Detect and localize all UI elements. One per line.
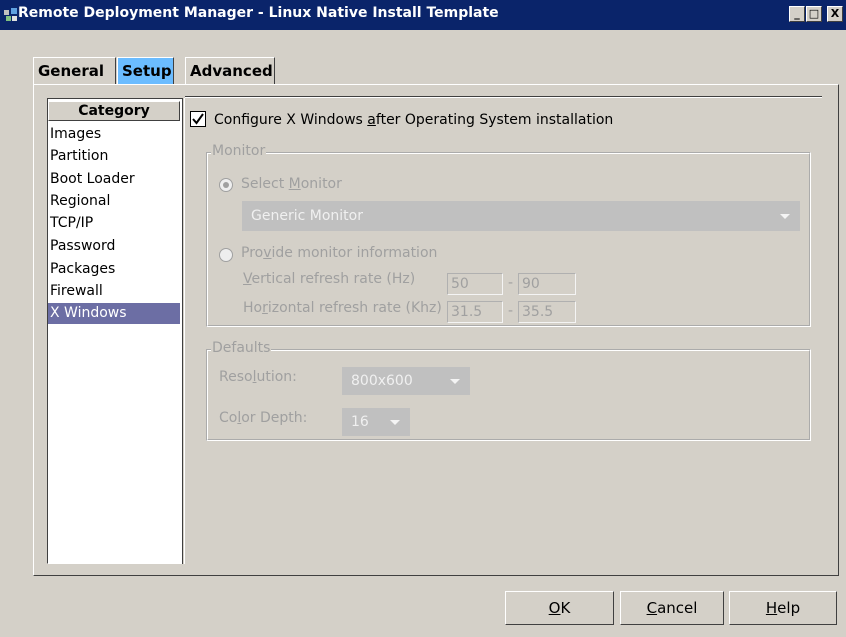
monitor-group-legend: Monitor [211, 143, 267, 159]
category-item-regional[interactable]: Regional [48, 191, 180, 212]
horizontal-refresh-max-field[interactable]: 35.5 [518, 301, 576, 323]
select-monitor-label: Select Monitor [241, 176, 342, 192]
resolution-combo-value: 800x600 [351, 373, 413, 389]
vertical-refresh-min-field[interactable]: 50 [447, 273, 503, 295]
range-dash: - [508, 275, 514, 291]
category-item-password[interactable]: Password [48, 236, 180, 257]
color-depth-combo-value: 16 [351, 414, 369, 430]
color-depth-combo[interactable]: 16 [342, 408, 410, 436]
category-item-firewall[interactable]: Firewall [48, 281, 180, 302]
minimize-button[interactable]: _ [789, 6, 805, 22]
select-monitor-radio[interactable] [219, 178, 233, 192]
monitor-combo-value: Generic Monitor [251, 208, 363, 224]
configure-x-windows-checkbox[interactable] [190, 111, 206, 127]
vertical-refresh-label: Vertical refresh rate (Hz) [243, 271, 416, 287]
configure-x-windows-label[interactable]: Configure X Windows after Operating Syst… [214, 112, 613, 128]
app-icon [3, 7, 19, 23]
divider [185, 96, 822, 98]
category-item-boot-loader[interactable]: Boot Loader [48, 169, 180, 190]
ok-button[interactable]: OK [505, 591, 614, 625]
category-item-partition[interactable]: Partition [48, 146, 180, 167]
category-item-packages[interactable]: Packages [48, 259, 180, 280]
checkmark-icon [192, 113, 204, 125]
provide-monitor-info-radio[interactable] [219, 248, 233, 262]
tab-general[interactable]: General [33, 57, 116, 85]
cancel-button[interactable]: Cancel [620, 591, 724, 625]
category-item-x-windows[interactable]: X Windows [48, 303, 180, 324]
category-item-images[interactable]: Images [48, 124, 180, 145]
tab-setup[interactable]: Setup [117, 57, 174, 85]
category-item-tcpip[interactable]: TCP/IP [48, 213, 180, 234]
provide-monitor-info-label: Provide monitor information [241, 245, 438, 261]
help-button[interactable]: Help [729, 591, 837, 625]
maximize-button[interactable]: □ [806, 6, 822, 22]
chevron-down-icon [780, 214, 790, 219]
close-button[interactable]: X [827, 6, 843, 22]
divider [182, 98, 185, 564]
range-dash: - [508, 303, 514, 319]
window-title: Remote Deployment Manager - Linux Native… [18, 5, 499, 21]
horizontal-refresh-label: Horizontal refresh rate (Khz) [243, 300, 442, 316]
resolution-combo[interactable]: 800x600 [342, 367, 470, 395]
category-list [47, 98, 183, 564]
tab-advanced[interactable]: Advanced [185, 57, 275, 85]
defaults-group [206, 349, 811, 441]
chevron-down-icon [450, 379, 460, 384]
defaults-group-legend: Defaults [211, 340, 272, 356]
category-header: Category [48, 101, 180, 121]
radio-selected-dot [223, 182, 229, 188]
vertical-refresh-max-field[interactable]: 90 [518, 273, 576, 295]
chevron-down-icon [390, 420, 400, 425]
horizontal-refresh-min-field[interactable]: 31.5 [447, 301, 503, 323]
resolution-label: Resolution: [219, 369, 297, 385]
monitor-combo[interactable]: Generic Monitor [242, 201, 800, 231]
color-depth-label: Color Depth: [219, 410, 308, 426]
